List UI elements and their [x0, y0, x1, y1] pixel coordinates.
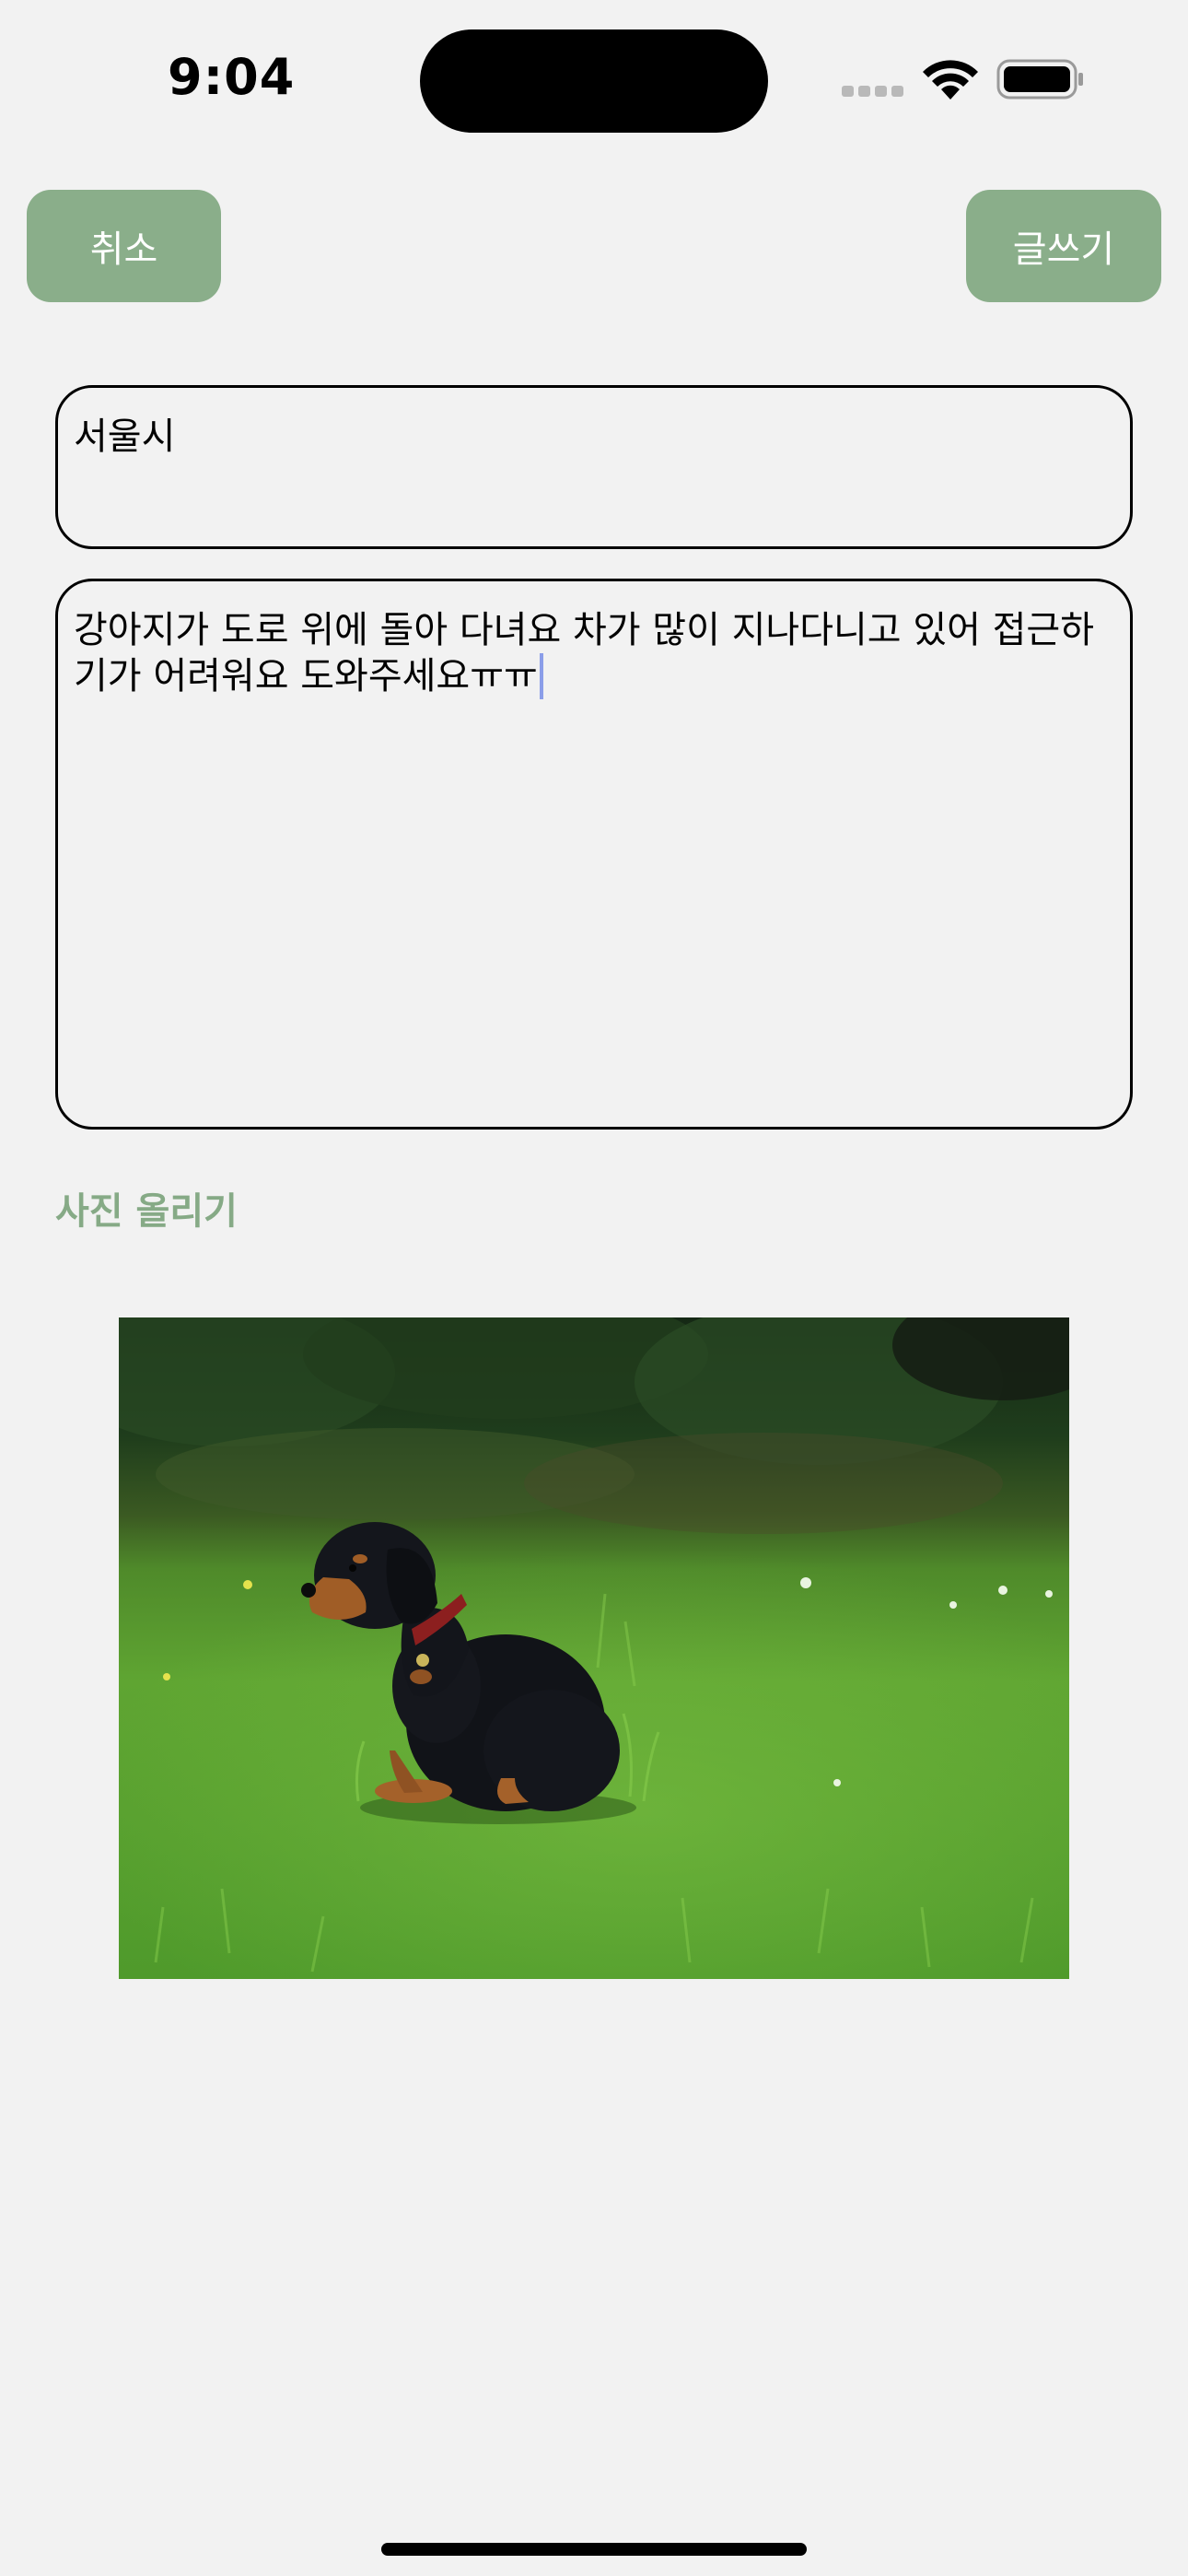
write-post-button[interactable]: 글쓰기 — [966, 190, 1161, 302]
body-textarea-content: 강아지가 도로 위에 돌아 다녀요 차가 많이 지나다니고 있어 접근하기가 어… — [74, 607, 1112, 699]
status-time: 9:04 — [168, 48, 296, 106]
body-textarea-value: 강아지가 도로 위에 돌아 다녀요 차가 많이 지나다니고 있어 접근하기가 어… — [74, 609, 1095, 697]
uploaded-photo — [119, 1317, 1069, 1979]
text-cursor — [539, 653, 543, 699]
dynamic-island — [420, 29, 768, 133]
home-indicator[interactable] — [381, 2543, 807, 2556]
dog-photo-image — [119, 1317, 1069, 1979]
cellular-signal-icon — [842, 86, 904, 99]
cancel-button[interactable]: 취소 — [27, 190, 221, 302]
wifi-icon — [923, 60, 978, 100]
upload-photo-button[interactable]: 사진 올리기 — [55, 1181, 238, 1235]
title-field-value: 서울시 — [74, 416, 176, 458]
title-field[interactable]: 서울시 — [55, 385, 1133, 549]
battery-icon — [996, 59, 1083, 100]
body-textarea[interactable]: 강아지가 도로 위에 돌아 다녀요 차가 많이 지나다니고 있어 접근하기가 어… — [55, 579, 1133, 1130]
